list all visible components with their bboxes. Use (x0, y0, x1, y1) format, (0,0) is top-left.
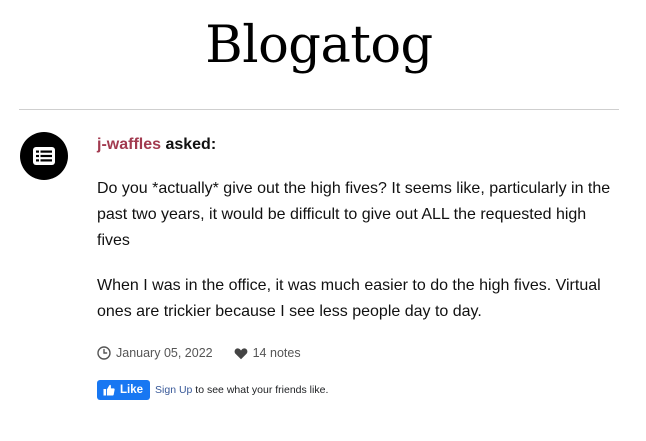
signup-link[interactable]: Sign Up (155, 384, 192, 396)
question-text: Do you *actually* give out the high five… (97, 180, 611, 249)
facebook-like-button[interactable]: Like (97, 380, 151, 400)
post-date-link[interactable]: January 05, 2022 (97, 346, 213, 360)
heart-icon (234, 347, 247, 359)
asker-avatar[interactable] (20, 132, 68, 180)
blog-title[interactable]: Blogatog (0, 14, 638, 78)
facebook-like-widget: Like Sign Up to see what your friends li… (97, 380, 328, 400)
post-meta: January 05, 2022 14 notes (97, 343, 301, 363)
asker-link[interactable]: j-waffles (97, 136, 161, 153)
header-divider (19, 109, 619, 110)
clock-icon (97, 346, 111, 360)
asker-line: j-waffles asked: (97, 135, 216, 155)
like-label: Like (120, 384, 144, 396)
post-notes-link[interactable]: 14 notes (234, 346, 301, 360)
answer-text: When I was in the office, it was much ea… (97, 277, 601, 320)
signup-suffix: to see what your friends like. (192, 384, 329, 396)
asked-label: asked: (161, 136, 217, 153)
post-date: January 05, 2022 (116, 346, 213, 360)
list-icon (33, 147, 55, 165)
thumbs-up-icon (103, 384, 115, 396)
notes-count: 14 notes (252, 346, 301, 360)
social-text: Sign Up to see what your friends like. (155, 384, 328, 396)
